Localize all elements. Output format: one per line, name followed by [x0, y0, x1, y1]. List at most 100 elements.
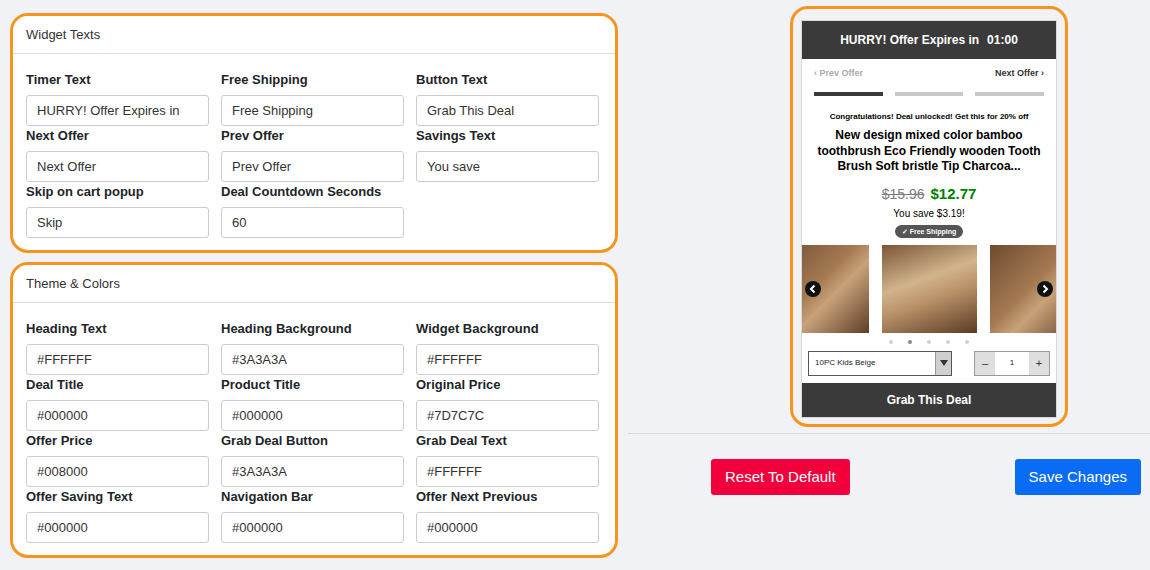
carousel-dot[interactable]: [927, 340, 931, 344]
quantity-value[interactable]: 1: [995, 352, 1029, 375]
field: Offer Saving Text: [26, 487, 209, 543]
card-title: Widget Texts: [13, 16, 615, 54]
next-arrow-icon[interactable]: [1037, 281, 1053, 297]
caret-box[interactable]: [935, 352, 951, 375]
text-input[interactable]: [416, 95, 599, 126]
field-label: Grab Deal Text: [416, 431, 599, 450]
timer-value: 01:00: [987, 31, 1018, 49]
field-label: Grab Deal Button: [221, 431, 404, 450]
text-input[interactable]: [416, 456, 599, 487]
carousel-dot[interactable]: [908, 340, 912, 344]
field: Deal Countdown Seconds: [221, 182, 404, 238]
preview-column: HURRY! Offer Expires in 01:00 ‹ Prev Offer…: [628, 0, 1150, 570]
text-input[interactable]: [221, 95, 404, 126]
field-label: Button Text: [416, 70, 599, 89]
quantity-stepper: –1+: [974, 351, 1050, 376]
save-button[interactable]: Save Changes: [1015, 459, 1141, 495]
text-input[interactable]: [416, 400, 599, 431]
field: Next Offer: [26, 126, 209, 182]
text-input[interactable]: [26, 95, 209, 126]
field: Original Price: [416, 375, 599, 431]
field: Savings Text: [416, 126, 599, 182]
field: Navigation Bar: [221, 487, 404, 543]
text-input[interactable]: [416, 512, 599, 543]
field-label: Skip on cart popup: [26, 182, 209, 201]
original-price: $15.96: [882, 185, 925, 203]
settings-card: Widget Texts Timer Text Free Shipping Butto…: [10, 13, 618, 253]
settings-page: Widget Texts Timer Text Free Shipping Butto…: [0, 0, 1150, 570]
field-label: Deal Countdown Seconds: [221, 182, 404, 201]
field: Free Shipping: [221, 70, 404, 126]
text-input[interactable]: [221, 151, 404, 182]
text-input[interactable]: [221, 207, 404, 238]
carousel-dot[interactable]: [889, 340, 893, 344]
text-input[interactable]: [26, 151, 209, 182]
carousel-dots: [802, 340, 1056, 344]
field-label: Timer Text: [26, 70, 209, 89]
field: Button Text: [416, 70, 599, 126]
text-input[interactable]: [26, 512, 209, 543]
text-input[interactable]: [26, 400, 209, 431]
prev-arrow-icon[interactable]: [805, 281, 821, 297]
price-row: $15.96 $12.77: [802, 185, 1056, 203]
text-input[interactable]: [416, 151, 599, 182]
grab-deal-button[interactable]: Grab This Deal: [802, 383, 1056, 417]
text-input[interactable]: [221, 344, 404, 375]
variant-select[interactable]: 10PC Kids Beige: [808, 351, 952, 376]
text-input[interactable]: [221, 456, 404, 487]
field-label: Widget Background: [416, 319, 599, 338]
text-input[interactable]: [26, 207, 209, 238]
field-label: Heading Background: [221, 319, 404, 338]
field-grid: Timer Text Free Shipping Button Text Next O…: [13, 54, 615, 250]
field-label: Product Title: [221, 375, 404, 394]
field-grid: Heading TextHeading BackgroundWidget Bac…: [13, 303, 615, 555]
offer-nav: ‹ Prev Offer Next Offer ›: [802, 59, 1056, 79]
badge-row: ✓ Free Shipping: [802, 225, 1056, 238]
field-label: Offer Price: [26, 431, 209, 450]
field: Skip on cart popup: [26, 182, 209, 238]
offer-price: $12.77: [930, 185, 976, 203]
offer-progress: [802, 92, 1056, 96]
product-image: [882, 245, 977, 333]
reset-button[interactable]: Reset To Default: [711, 459, 850, 495]
carousel-dot[interactable]: [965, 340, 969, 344]
quantity-minus[interactable]: –: [975, 352, 995, 375]
card-title: Theme & Colors: [13, 265, 615, 303]
field: Heading Background: [221, 319, 404, 375]
field-label: Navigation Bar: [221, 487, 404, 506]
progress-segment: [895, 92, 964, 96]
free-shipping-badge: ✓ Free Shipping: [895, 225, 964, 238]
field-label: Next Offer: [26, 126, 209, 145]
field-label: Savings Text: [416, 126, 599, 145]
deal-title: Congratulations! Deal unlocked! Get this…: [802, 111, 1056, 123]
preview-area: HURRY! Offer Expires in 01:00 ‹ Prev Offer…: [628, 0, 1150, 427]
image-carousel: [802, 245, 1056, 333]
text-input[interactable]: [221, 400, 404, 431]
carousel-dot[interactable]: [946, 340, 950, 344]
field: Prev Offer: [221, 126, 404, 182]
field: Timer Text: [26, 70, 209, 126]
field: Grab Deal Text: [416, 431, 599, 487]
dropdown-caret-icon[interactable]: [940, 360, 948, 366]
text-input[interactable]: [26, 456, 209, 487]
text-input[interactable]: [221, 512, 404, 543]
variant-value: 10PC Kids Beige: [809, 352, 935, 375]
timer-text: HURRY! Offer Expires in: [840, 31, 979, 49]
settings-column: Widget Texts Timer Text Free Shipping Butto…: [0, 0, 628, 570]
text-input[interactable]: [416, 344, 599, 375]
widget-preview: HURRY! Offer Expires in 01:00 ‹ Prev Offer…: [801, 20, 1057, 418]
next-offer-link[interactable]: Next Offer ›: [995, 67, 1044, 79]
product-title: New design mixed color bamboo toothbrush…: [802, 128, 1056, 175]
divider: [628, 433, 1150, 434]
text-input[interactable]: [26, 344, 209, 375]
preview-frame: HURRY! Offer Expires in 01:00 ‹ Prev Offer…: [790, 6, 1068, 427]
timer-bar: HURRY! Offer Expires in 01:00: [802, 21, 1056, 59]
field-label: Offer Next Previous: [416, 487, 599, 506]
field: Offer Next Previous: [416, 487, 599, 543]
progress-segment: [975, 92, 1044, 96]
field: Product Title: [221, 375, 404, 431]
settings-card: Theme & ColorsHeading TextHeading Backgr…: [10, 262, 618, 558]
savings-text: You save $3.19!: [802, 208, 1056, 220]
quantity-plus[interactable]: +: [1029, 352, 1049, 375]
prev-offer-link: ‹ Prev Offer: [814, 67, 863, 79]
